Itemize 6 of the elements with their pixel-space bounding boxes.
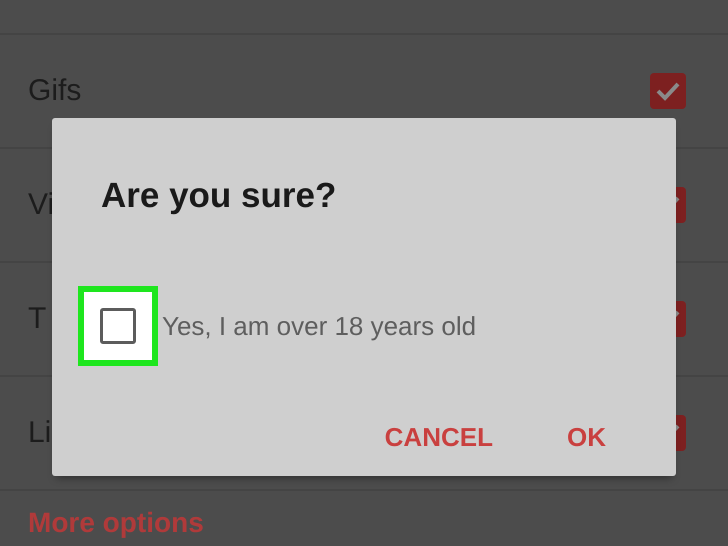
checkbox[interactable] [650, 73, 686, 109]
ok-button[interactable]: OK [545, 414, 628, 461]
checkbox-label: Yes, I am over 18 years old [162, 310, 476, 342]
checkbox[interactable] [100, 308, 136, 344]
cancel-button[interactable]: CANCEL [362, 414, 515, 461]
dialog-title: Are you sure? [100, 176, 338, 216]
